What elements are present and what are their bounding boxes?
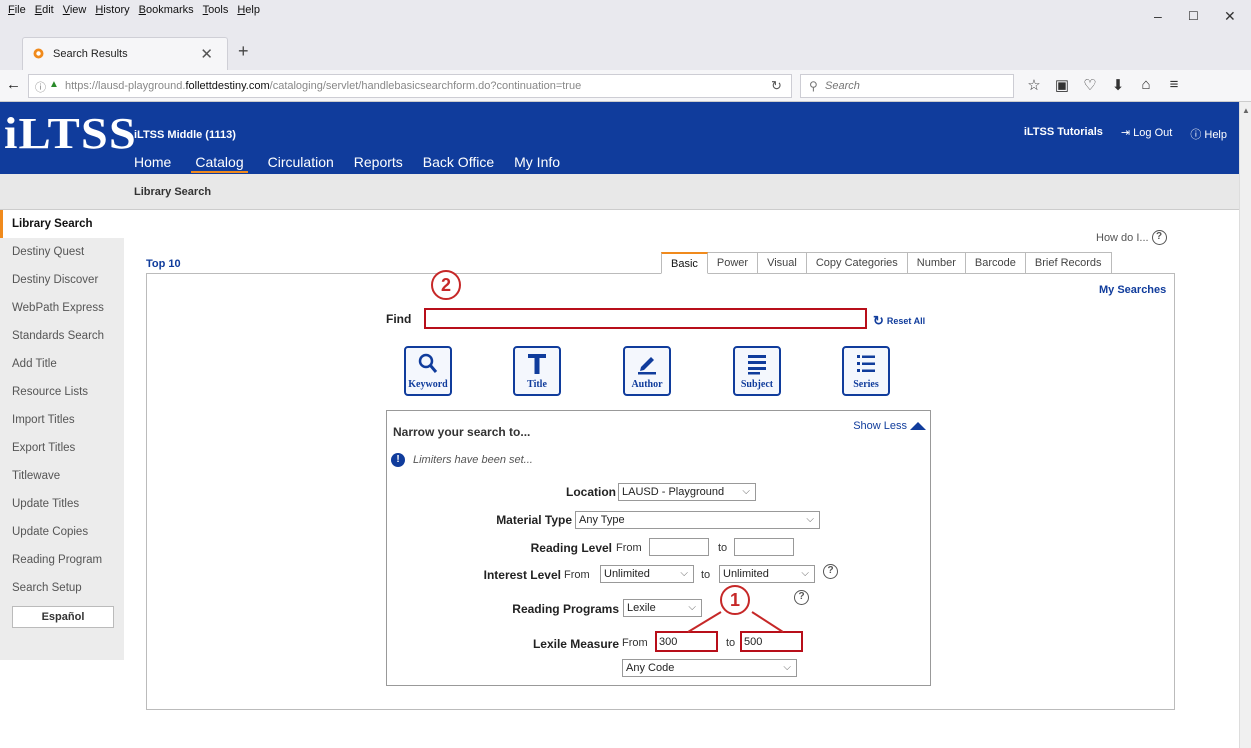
callout-2: 2 [431, 270, 461, 300]
callout-1: 1 [720, 585, 750, 615]
callout-lines [687, 611, 784, 633]
